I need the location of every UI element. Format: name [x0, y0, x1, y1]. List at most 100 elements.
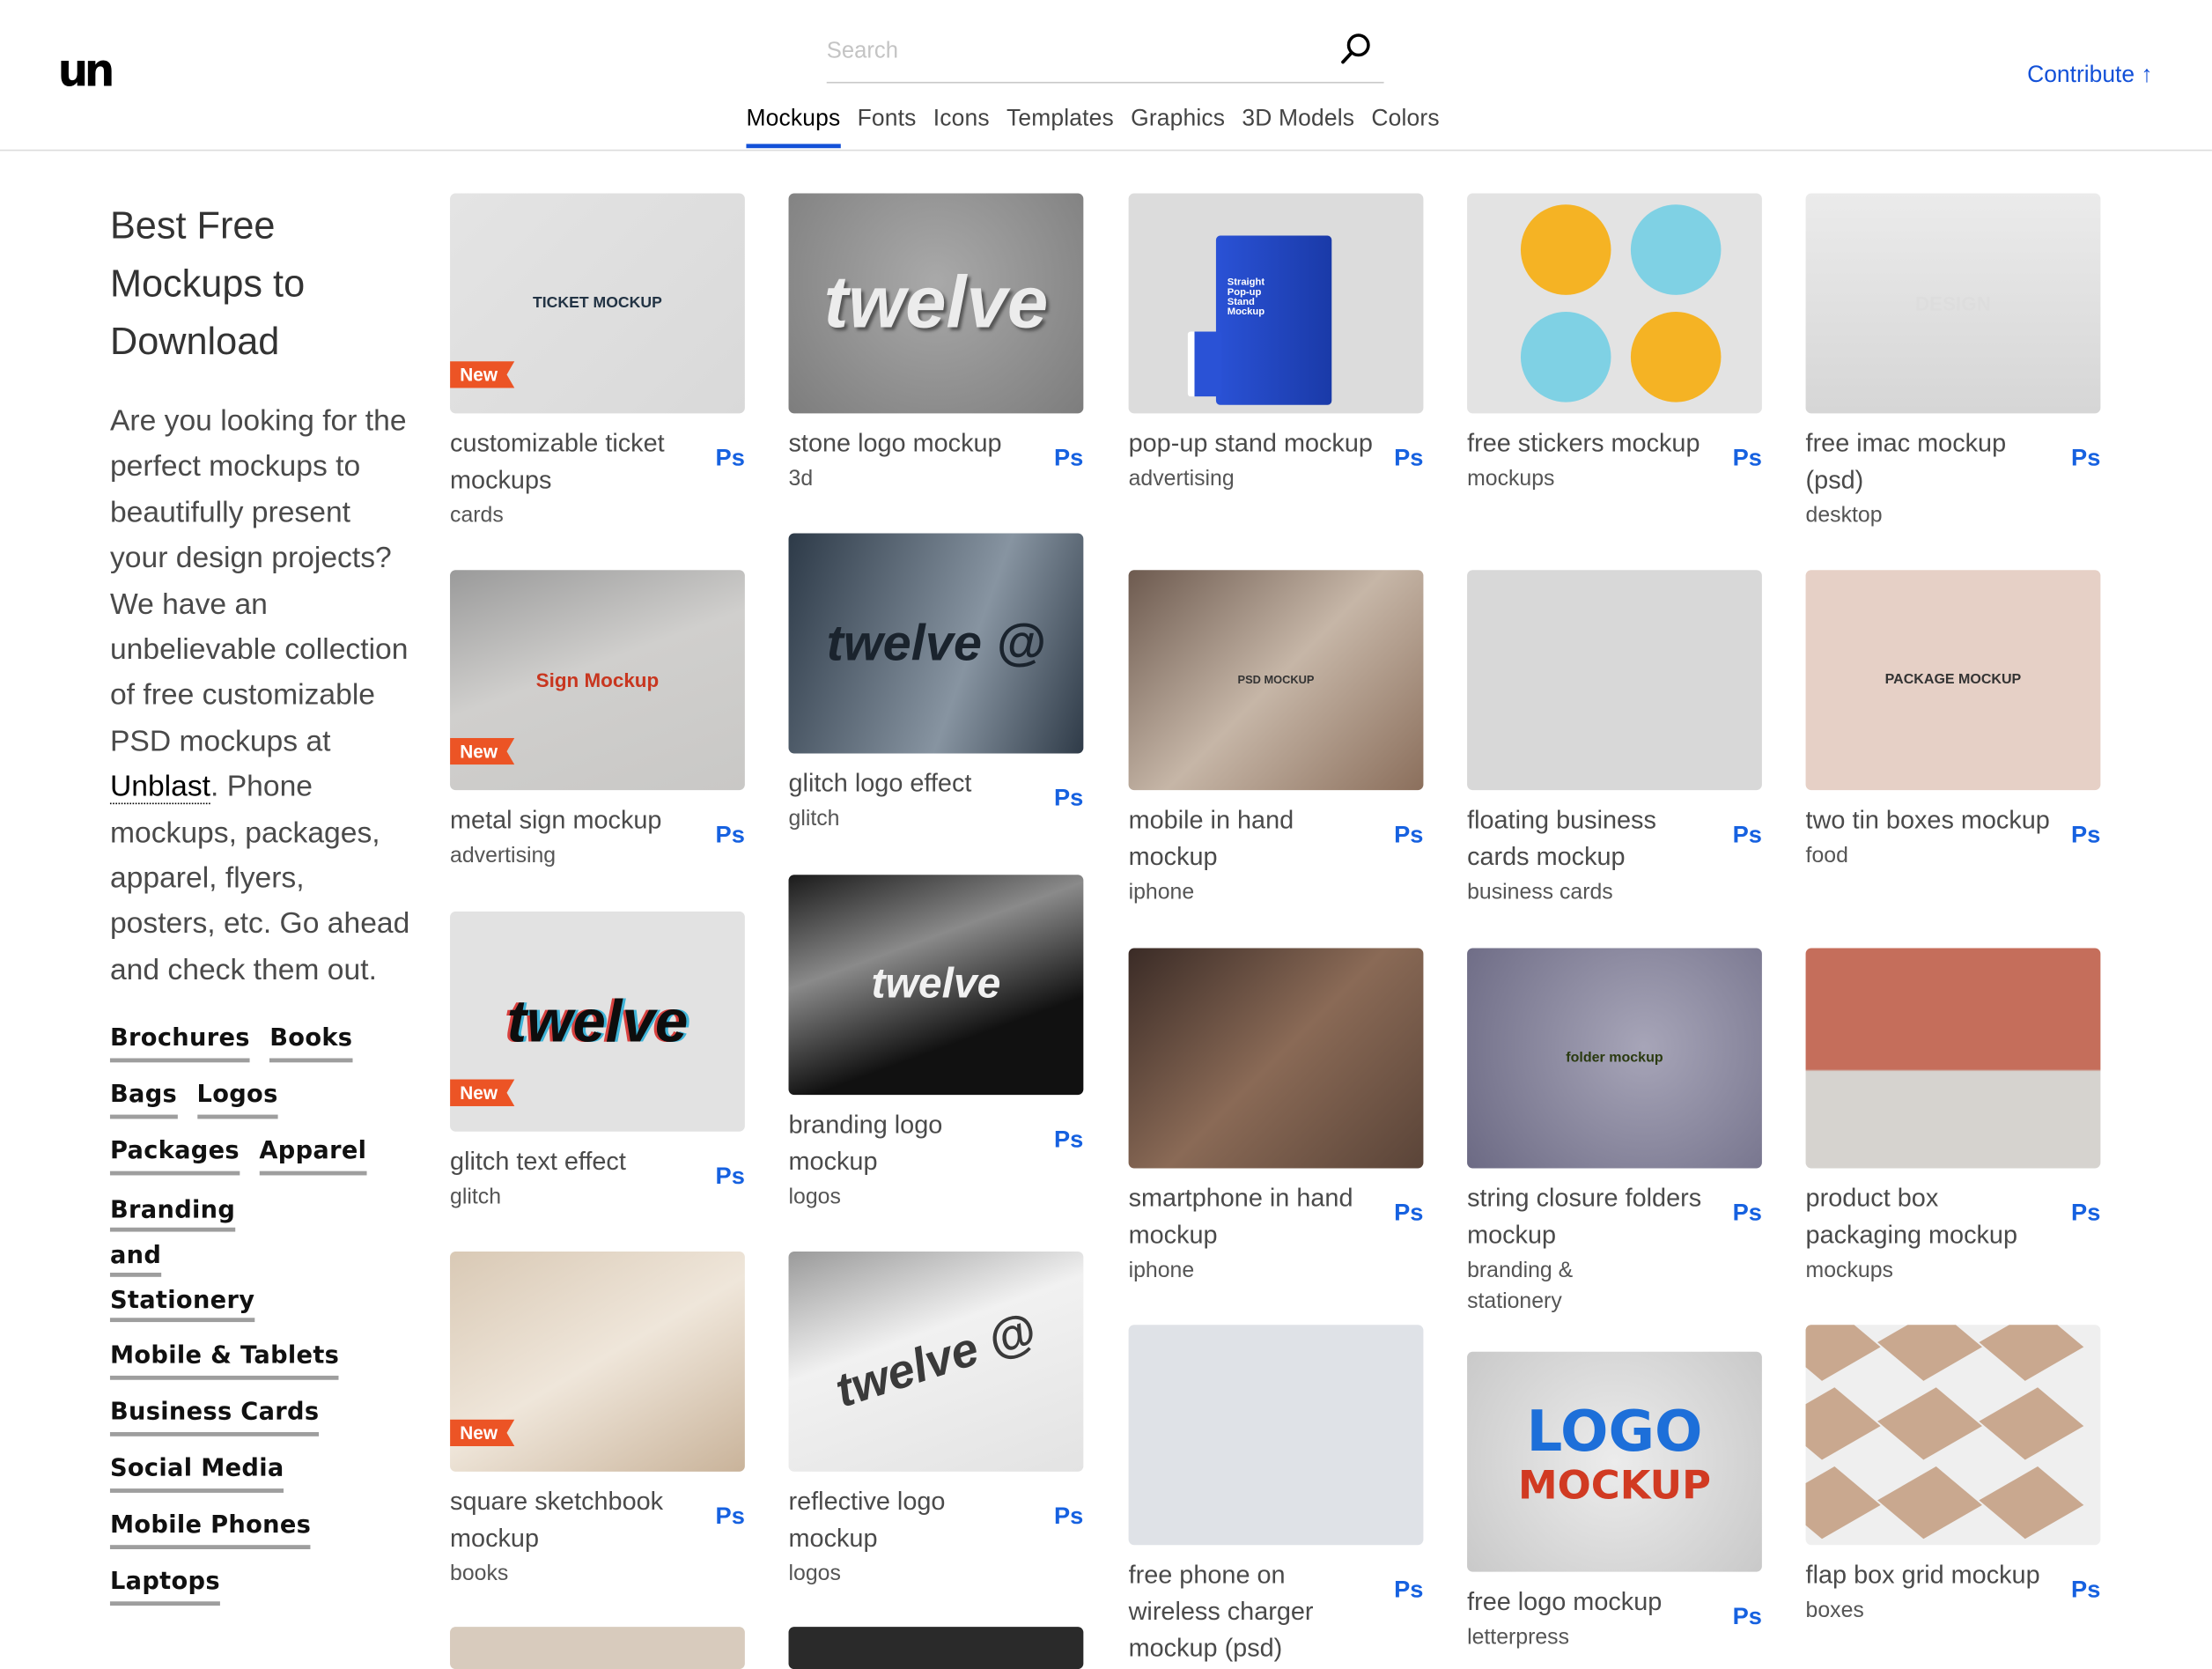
mockup-thumbnail[interactable]: [1805, 1325, 2101, 1546]
category-link-branding-and-stationery[interactable]: Branding and Stationery: [110, 1188, 274, 1324]
photoshop-icon[interactable]: Ps: [1394, 1576, 1423, 1604]
photoshop-icon[interactable]: Ps: [1733, 1603, 1762, 1631]
category-link-mobile-tablets[interactable]: Mobile & Tablets: [109, 1337, 340, 1381]
mockup-title[interactable]: floating business cards mockup: [1467, 801, 1714, 875]
mockup-thumbnail[interactable]: folder mockup: [1467, 948, 1762, 1169]
mockup-title[interactable]: stone logo mockup: [789, 425, 1036, 462]
mockup-thumbnail[interactable]: [1467, 193, 1762, 414]
photoshop-icon[interactable]: Ps: [1054, 1503, 1083, 1531]
mockup-thumbnail[interactable]: TICKET MOCKUP New: [450, 193, 745, 414]
category-link-social-media[interactable]: Social Media: [109, 1450, 284, 1494]
mockup-thumbnail[interactable]: twelve @: [788, 533, 1084, 754]
mockup-category[interactable]: branding & stationery: [1467, 1256, 1594, 1318]
photoshop-icon[interactable]: Ps: [1394, 821, 1423, 849]
photoshop-icon[interactable]: Ps: [1733, 1200, 1762, 1228]
mockup-thumbnail[interactable]: [1467, 570, 1762, 791]
mockup-thumbnail[interactable]: Sign Mockup New: [450, 570, 745, 791]
category-link-packages[interactable]: Packages: [109, 1132, 240, 1176]
mockup-title[interactable]: product box packaging mockup: [1806, 1179, 2053, 1252]
mockup-category[interactable]: advertising: [450, 841, 745, 872]
mockup-category[interactable]: mockups: [1806, 1256, 2101, 1287]
mockup-category[interactable]: glitch: [450, 1182, 745, 1213]
mockup-thumbnail[interactable]: New: [450, 1251, 745, 1472]
mockup-title[interactable]: customizable ticket mockups: [450, 425, 697, 498]
mockup-thumbnail[interactable]: LOGO MOCKUP: [1467, 1351, 1762, 1572]
mockup-category[interactable]: logos: [789, 1559, 1084, 1590]
photoshop-icon[interactable]: Ps: [716, 445, 745, 473]
mockup-thumbnail[interactable]: PSD MOCKUP: [1128, 570, 1424, 791]
photoshop-icon[interactable]: Ps: [716, 1503, 745, 1531]
search-input[interactable]: [826, 33, 1307, 71]
tab-templates[interactable]: Templates: [1006, 105, 1114, 149]
search-icon[interactable]: [1338, 31, 1372, 64]
photoshop-icon[interactable]: Ps: [1394, 1200, 1423, 1228]
mockup-thumbnail[interactable]: [1128, 1325, 1424, 1546]
mockup-thumbnail[interactable]: twelve: [788, 875, 1084, 1096]
mockup-category[interactable]: boxes: [1806, 1596, 2101, 1627]
unblast-logo[interactable]: un: [58, 48, 115, 92]
mockup-thumbnail[interactable]: DESIGN: [1805, 193, 2101, 414]
category-link-books[interactable]: Books: [269, 1019, 353, 1063]
mockup-category[interactable]: mockups: [1467, 464, 1762, 495]
mockup-title[interactable]: free phone on wireless charger mockup (p…: [1129, 1556, 1375, 1666]
mockup-thumbnail[interactable]: twelve New: [450, 911, 745, 1132]
mockup-thumbnail[interactable]: PACKAGE MOCKUP: [1805, 570, 2101, 791]
tab-3d-models[interactable]: 3D Models: [1242, 105, 1354, 149]
mockup-title[interactable]: free logo mockup: [1467, 1583, 1714, 1620]
mockup-thumbnail[interactable]: twelve: [788, 193, 1084, 414]
mockup-title[interactable]: mobile in hand mockup: [1129, 801, 1375, 875]
category-link-business-cards[interactable]: Business Cards: [109, 1393, 320, 1437]
tab-fonts[interactable]: Fonts: [858, 105, 917, 149]
mockup-title[interactable]: free imac mockup (psd): [1806, 425, 2053, 498]
mockup-category[interactable]: 3d: [789, 464, 1084, 495]
mockup-title[interactable]: branding logo mockup: [789, 1106, 1036, 1179]
mockup-title[interactable]: smartphone in hand mockup: [1129, 1179, 1375, 1252]
mockup-thumbnail[interactable]: [1128, 948, 1424, 1169]
mockup-category[interactable]: advertising: [1129, 464, 1424, 495]
mockup-category[interactable]: logos: [789, 1182, 1084, 1213]
mockup-thumbnail[interactable]: [1805, 948, 2101, 1169]
photoshop-icon[interactable]: Ps: [1054, 785, 1083, 813]
mockup-title[interactable]: string closure folders mockup: [1467, 1179, 1714, 1252]
mockup-title[interactable]: pop-up stand mockup: [1129, 425, 1375, 462]
photoshop-icon[interactable]: Ps: [2071, 821, 2100, 849]
mockup-thumbnail[interactable]: Straight Pop-up Stand Mockup: [1128, 193, 1424, 414]
mockup-category[interactable]: glitch: [789, 804, 1084, 835]
mockup-title[interactable]: glitch logo effect: [789, 764, 1036, 801]
category-link-bags[interactable]: Bags: [109, 1075, 178, 1119]
mockup-title[interactable]: free stickers mockup: [1467, 425, 1714, 462]
mockup-title[interactable]: metal sign mockup: [450, 801, 697, 838]
mockup-title[interactable]: reflective logo mockup: [789, 1483, 1036, 1556]
mockup-category[interactable]: cards: [450, 501, 745, 532]
mockup-category[interactable]: food: [1806, 841, 2101, 872]
photoshop-icon[interactable]: Ps: [2071, 1576, 2100, 1604]
photoshop-icon[interactable]: Ps: [1054, 1126, 1083, 1154]
tab-icons[interactable]: Icons: [933, 105, 990, 149]
photoshop-icon[interactable]: Ps: [1733, 821, 1762, 849]
photoshop-icon[interactable]: Ps: [1733, 445, 1762, 473]
mockup-category[interactable]: books: [450, 1559, 745, 1590]
mockup-category[interactable]: desktop: [1806, 501, 2101, 532]
category-link-laptops[interactable]: Laptops: [109, 1562, 220, 1606]
photoshop-icon[interactable]: Ps: [716, 1163, 745, 1191]
mockup-title[interactable]: two tin boxes mockup: [1806, 801, 2053, 838]
photoshop-icon[interactable]: Ps: [1054, 445, 1083, 473]
photoshop-icon[interactable]: Ps: [1394, 445, 1423, 473]
mockup-category[interactable]: iphone: [1129, 877, 1424, 908]
photoshop-icon[interactable]: Ps: [2071, 1200, 2100, 1228]
tab-colors[interactable]: Colors: [1371, 105, 1439, 149]
mockup-category[interactable]: business cards: [1467, 877, 1762, 908]
tab-mockups[interactable]: Mockups: [746, 105, 840, 149]
mockup-category[interactable]: letterpress: [1467, 1622, 1762, 1653]
category-link-mobile-phones[interactable]: Mobile Phones: [109, 1506, 312, 1550]
unblast-link[interactable]: Unblast: [109, 771, 211, 805]
contribute-link[interactable]: Contribute ↑: [2027, 62, 2153, 88]
mockup-thumbnail[interactable]: twelve @: [788, 1251, 1084, 1472]
tab-graphics[interactable]: Graphics: [1131, 105, 1225, 149]
category-link-apparel[interactable]: Apparel: [259, 1132, 367, 1176]
mockup-title[interactable]: flap box grid mockup: [1806, 1556, 2053, 1593]
mockup-title[interactable]: square sketchbook mockup: [450, 1483, 697, 1556]
category-link-brochures[interactable]: Brochures: [109, 1019, 250, 1063]
photoshop-icon[interactable]: Ps: [716, 821, 745, 849]
mockup-category[interactable]: iphone: [1129, 1256, 1424, 1287]
